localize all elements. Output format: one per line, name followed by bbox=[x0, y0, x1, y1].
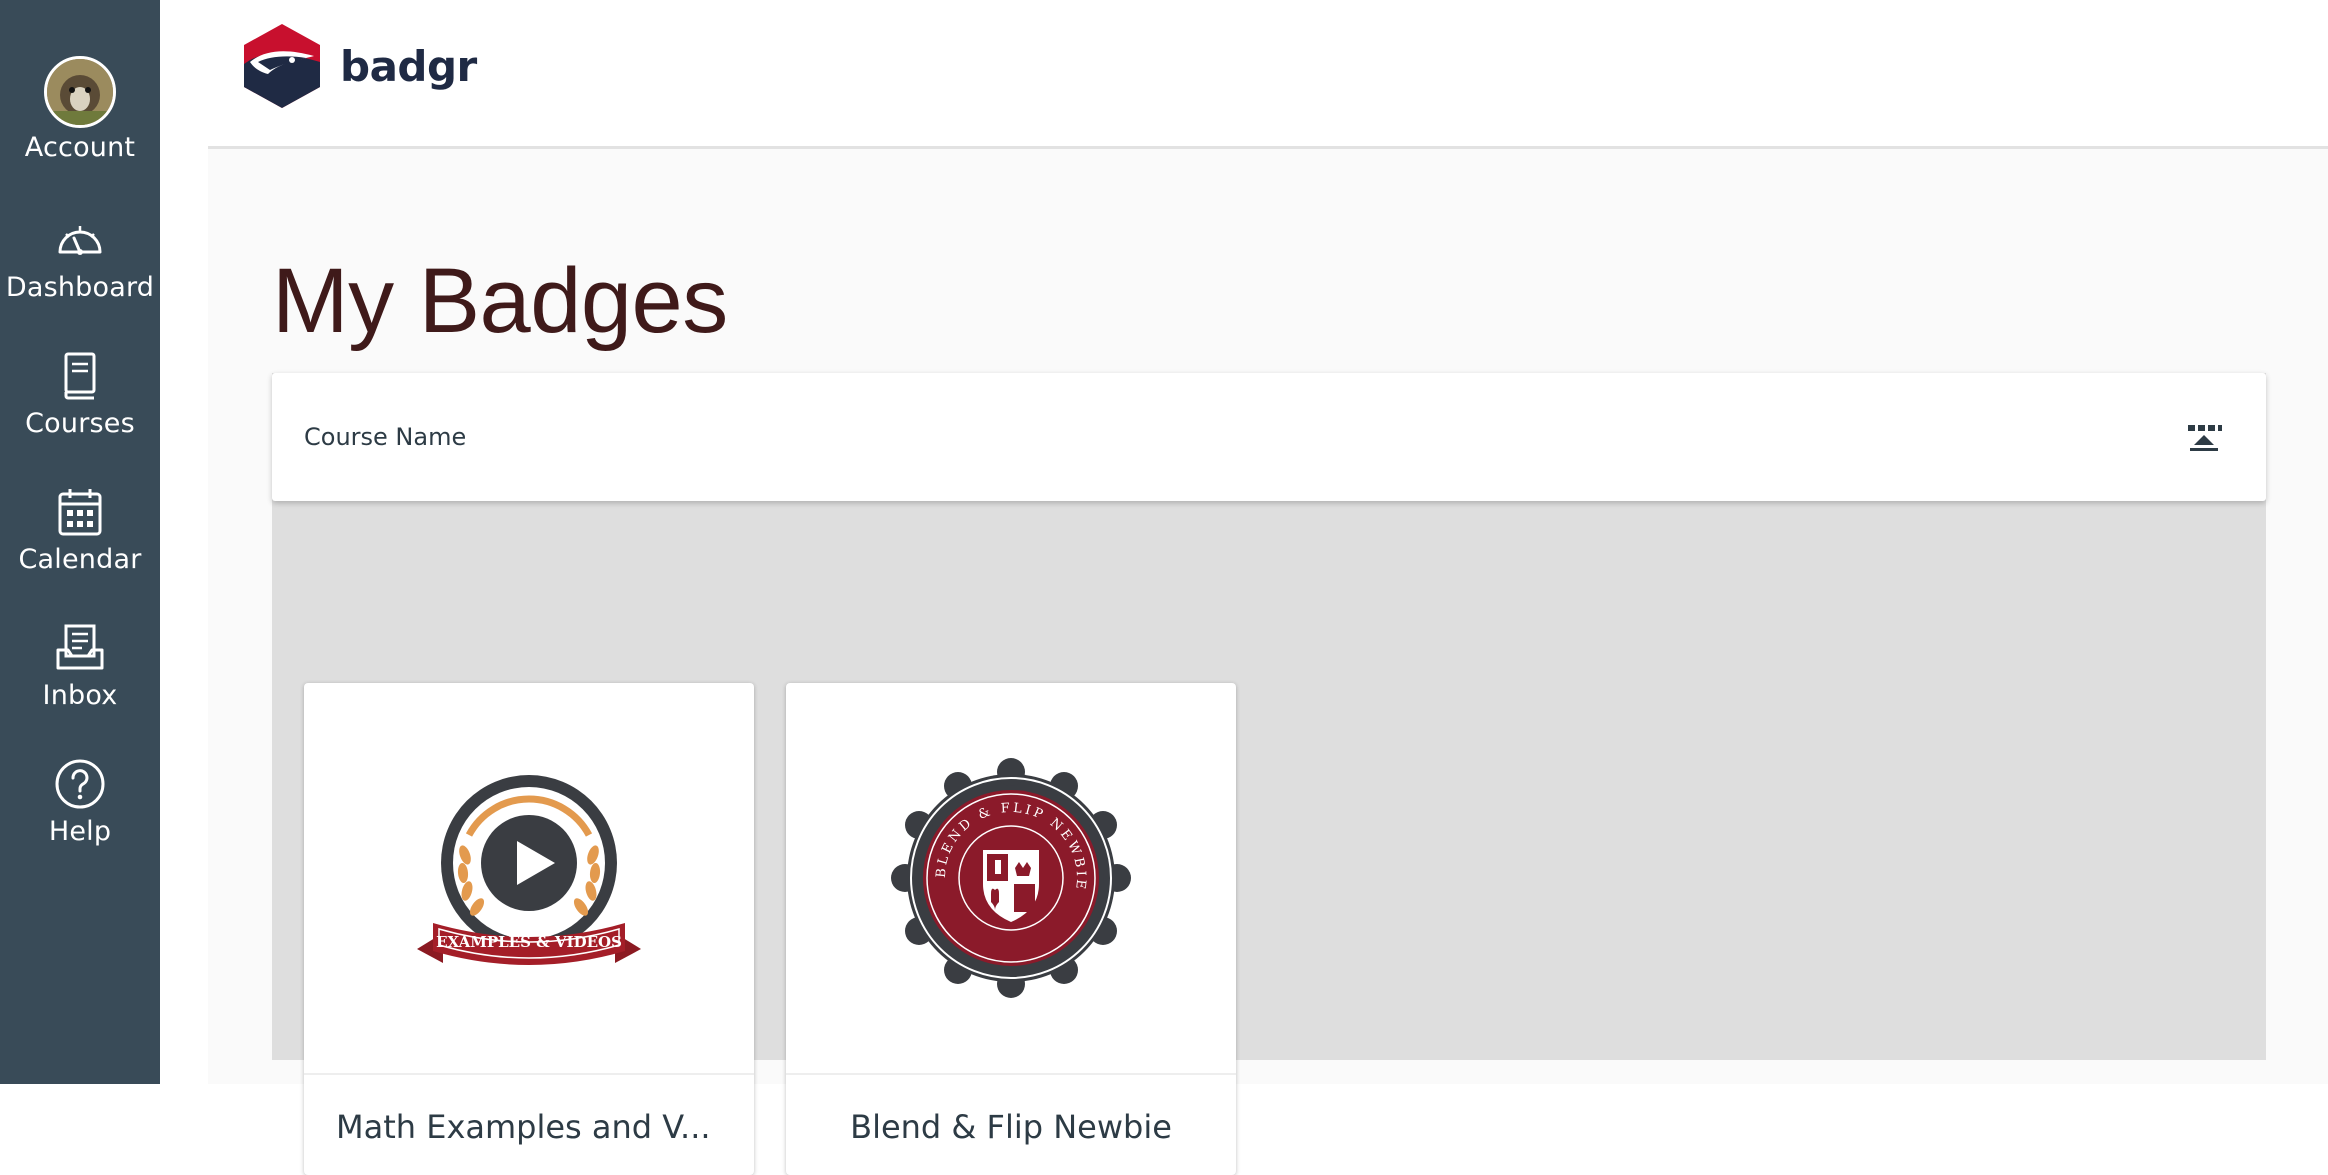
badgr-logo[interactable]: badgr bbox=[240, 22, 477, 110]
panel-header: Course Name bbox=[272, 373, 2266, 501]
badge-title: Math Examples and V... bbox=[336, 1108, 711, 1146]
nav-label-help: Help bbox=[48, 816, 112, 847]
layout-toggle-icon[interactable] bbox=[2184, 421, 2224, 453]
badge-title: Blend & Flip Newbie bbox=[850, 1108, 1172, 1146]
avatar bbox=[44, 56, 116, 128]
nav-item-dashboard[interactable]: Dashboard bbox=[0, 212, 160, 303]
examples-videos-badge-icon: EXAMPLES & VIDEOS bbox=[417, 775, 641, 965]
nav-item-courses[interactable]: Courses bbox=[0, 348, 160, 439]
badge-card[interactable]: EXAMPLES & VIDEOS Math Examples and V... bbox=[304, 683, 754, 1175]
calendar-icon bbox=[58, 489, 102, 536]
nav-item-inbox[interactable]: Inbox bbox=[0, 620, 160, 711]
top-header bbox=[160, 0, 2328, 147]
badges-panel: Course Name EXAMPLES & VIDEOS Math Examp… bbox=[272, 373, 2266, 1175]
card-divider bbox=[304, 1073, 754, 1075]
badge-card[interactable]: BLEND & FLIP NEWBIE Blend & Flip Newbie bbox=[786, 683, 1236, 1175]
main-content: My Badges Course Name EXAMPLES & VIDEOS … bbox=[208, 149, 2328, 1175]
help-question-icon bbox=[55, 759, 105, 809]
badger-logo-icon bbox=[244, 24, 320, 108]
card-divider bbox=[786, 1073, 1236, 1075]
nav-label-calendar: Calendar bbox=[18, 544, 142, 575]
global-nav: Account Dashboard Courses Calendar Inbox… bbox=[0, 0, 160, 1084]
nav-label-dashboard: Dashboard bbox=[5, 272, 155, 303]
dashboard-gauge-icon bbox=[58, 226, 102, 255]
logo-wordmark: badgr bbox=[340, 41, 477, 91]
badge-image-container: EXAMPLES & VIDEOS bbox=[304, 683, 754, 1073]
nav-label-account: Account bbox=[24, 132, 136, 163]
course-name-heading: Course Name bbox=[304, 423, 467, 451]
badge-image-container: BLEND & FLIP NEWBIE bbox=[786, 683, 1236, 1073]
book-icon bbox=[64, 352, 96, 400]
nav-label-courses: Courses bbox=[25, 408, 135, 439]
badge-ribbon-text: EXAMPLES & VIDEOS bbox=[436, 933, 622, 951]
nav-item-calendar[interactable]: Calendar bbox=[0, 484, 160, 575]
page-title: My Badges bbox=[272, 250, 728, 352]
blend-flip-newbie-seal-icon: BLEND & FLIP NEWBIE bbox=[891, 758, 1131, 998]
nav-item-help[interactable]: Help bbox=[0, 756, 160, 847]
inbox-icon bbox=[56, 624, 104, 670]
nav-item-account[interactable]: Account bbox=[0, 56, 160, 163]
nav-label-inbox: Inbox bbox=[42, 680, 118, 711]
